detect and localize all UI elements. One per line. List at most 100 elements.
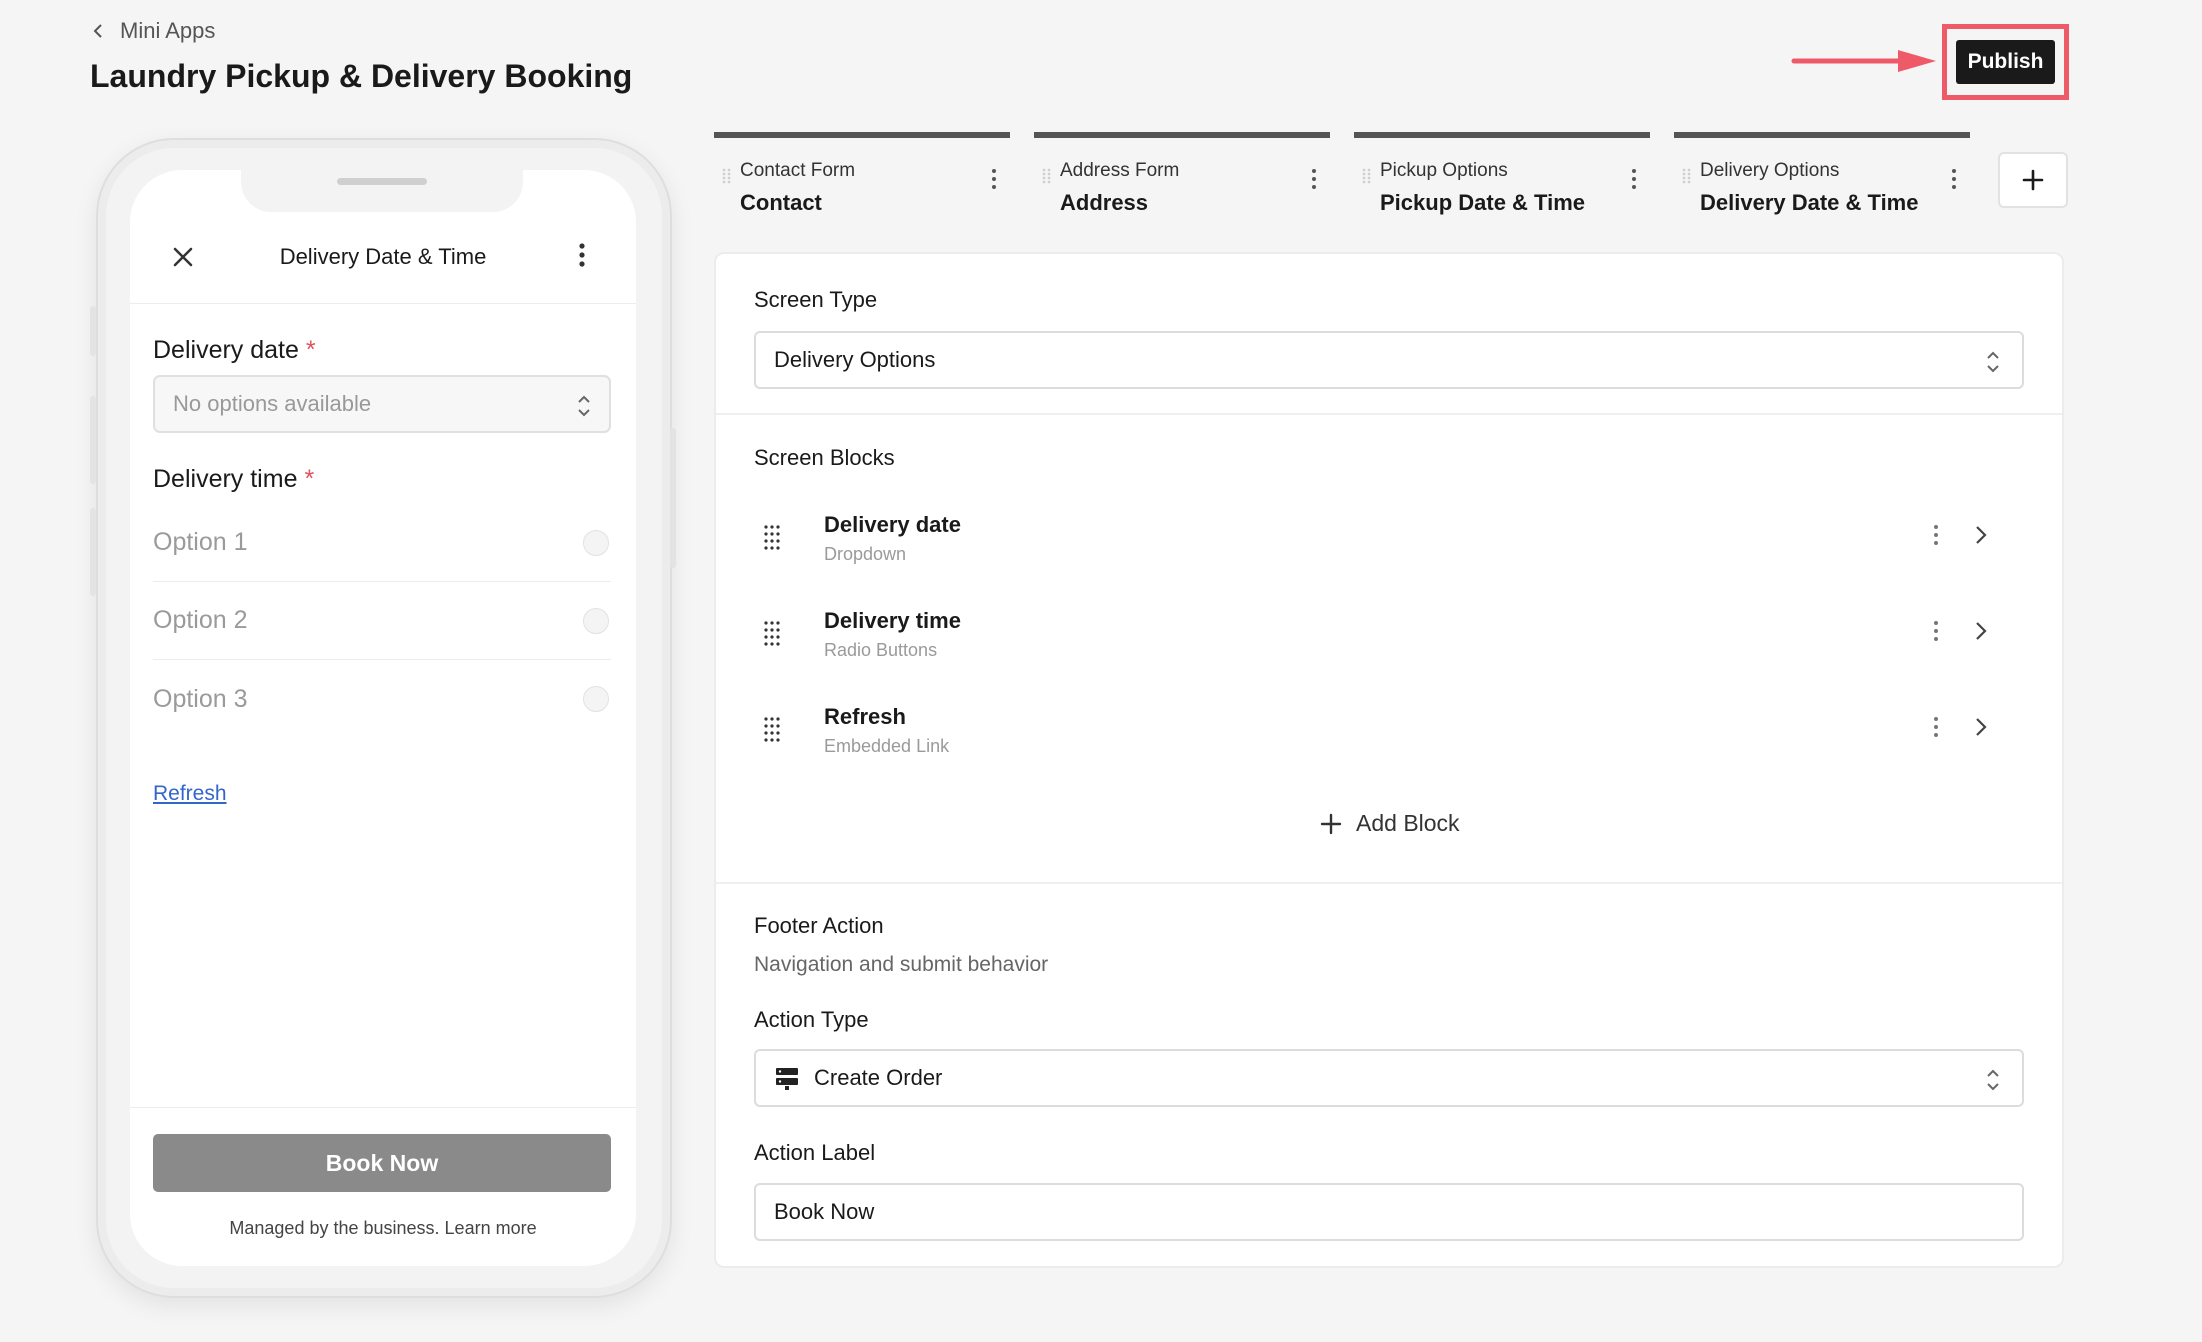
more-vertical-icon[interactable] bbox=[990, 168, 998, 190]
more-vertical-icon[interactable] bbox=[1932, 716, 1940, 738]
more-vertical-icon[interactable] bbox=[1932, 524, 1940, 546]
more-vertical-icon[interactable] bbox=[1310, 168, 1318, 190]
delivery-date-label-text: Delivery date bbox=[153, 336, 299, 364]
screen-type-value: Delivery Options bbox=[774, 347, 936, 372]
more-vertical-icon[interactable] bbox=[1932, 620, 1940, 642]
block-type: Embedded Link bbox=[824, 736, 950, 756]
radio-button[interactable] bbox=[583, 686, 609, 712]
tab-kicker: Delivery Options bbox=[1700, 160, 1840, 181]
radio-option-label: Option 2 bbox=[153, 606, 248, 634]
managed-text: Managed by the business. bbox=[229, 1218, 440, 1238]
delivery-date-select[interactable]: No options available bbox=[153, 375, 611, 433]
refresh-link[interactable]: Refresh bbox=[153, 782, 227, 806]
footer-action-subtitle: Navigation and submit behavior bbox=[754, 953, 1049, 976]
block-type: Dropdown bbox=[824, 544, 907, 564]
updown-chevron-icon bbox=[1987, 1069, 1999, 1091]
block-type: Radio Buttons bbox=[824, 640, 938, 660]
radio-option-label: Option 1 bbox=[153, 528, 248, 556]
section-divider bbox=[716, 413, 2062, 415]
delivery-time-label-text: Delivery time bbox=[153, 465, 298, 493]
screen-type-label: Screen Type bbox=[754, 287, 878, 312]
phone-side-button bbox=[90, 396, 96, 484]
radio-button[interactable] bbox=[583, 607, 609, 634]
delivery-time-label: Delivery time * bbox=[153, 465, 314, 494]
arrow-right-icon bbox=[1791, 50, 1936, 72]
phone-side-button bbox=[90, 306, 96, 356]
breadcrumb[interactable]: Mini Apps bbox=[90, 18, 215, 44]
add-block-button[interactable]: Add Block bbox=[1320, 810, 1460, 837]
block-name: Delivery time bbox=[824, 608, 961, 633]
tab-kicker: Contact Form bbox=[740, 160, 856, 181]
radio-button[interactable] bbox=[583, 529, 609, 556]
phone-side-button bbox=[90, 508, 96, 596]
action-label-label: Action Label bbox=[754, 1140, 876, 1165]
drag-handle-icon[interactable] bbox=[1682, 168, 1692, 184]
tab-name: Pickup Date & Time bbox=[1380, 190, 1585, 215]
chevron-right-icon[interactable] bbox=[1974, 524, 1988, 546]
action-type-select[interactable]: Create Order bbox=[754, 1049, 2024, 1107]
drag-handle-icon[interactable] bbox=[763, 620, 781, 646]
close-icon[interactable] bbox=[168, 242, 198, 272]
chevron-right-icon[interactable] bbox=[1974, 716, 1988, 738]
plus-icon bbox=[2022, 169, 2044, 191]
updown-chevron-icon bbox=[578, 395, 590, 417]
book-now-button[interactable]: Book Now bbox=[153, 1134, 611, 1192]
phone-speaker bbox=[337, 178, 427, 185]
action-type-value: Create Order bbox=[814, 1065, 943, 1090]
drag-handle-icon[interactable] bbox=[763, 716, 781, 742]
tab-address[interactable]: Address Form Address bbox=[1034, 132, 1330, 220]
block-row-delivery-date[interactable]: Delivery date Dropdown bbox=[760, 504, 2020, 584]
phone-side-button bbox=[670, 428, 676, 568]
action-type-label: Action Type bbox=[754, 1007, 869, 1032]
tab-name: Contact bbox=[740, 190, 822, 215]
block-name: Delivery date bbox=[824, 512, 961, 537]
learn-more-link[interactable]: Learn more bbox=[445, 1218, 537, 1238]
drag-handle-icon[interactable] bbox=[1362, 168, 1372, 184]
publish-highlight: Publish bbox=[1942, 24, 2069, 100]
add-block-label: Add Block bbox=[1356, 810, 1460, 836]
chevron-right-icon[interactable] bbox=[1974, 620, 1988, 642]
plus-icon bbox=[1320, 813, 1342, 834]
radio-option[interactable]: Option 1 bbox=[153, 504, 611, 582]
delivery-date-label: Delivery date * bbox=[153, 336, 316, 365]
block-row-refresh[interactable]: Refresh Embedded Link bbox=[760, 696, 2020, 776]
tab-pickup[interactable]: Pickup Options Pickup Date & Time bbox=[1354, 132, 1650, 220]
tab-name: Delivery Date & Time bbox=[1700, 190, 1919, 215]
tab-kicker: Pickup Options bbox=[1380, 160, 1508, 181]
footer-action-label: Footer Action bbox=[754, 913, 884, 938]
radio-option[interactable]: Option 3 bbox=[153, 660, 611, 738]
phone-notch bbox=[241, 170, 523, 212]
required-mark: * bbox=[304, 465, 315, 493]
phone-footer-divider bbox=[130, 1107, 636, 1108]
required-mark: * bbox=[305, 336, 316, 364]
delivery-date-placeholder: No options available bbox=[173, 391, 372, 416]
publish-button[interactable]: Publish bbox=[1956, 40, 2055, 84]
drag-handle-icon[interactable] bbox=[722, 168, 732, 184]
screen-type-select[interactable]: Delivery Options bbox=[754, 331, 2024, 389]
chevron-left-icon bbox=[93, 24, 102, 38]
more-vertical-icon[interactable] bbox=[572, 240, 592, 270]
tab-kicker: Address Form bbox=[1060, 160, 1180, 181]
section-divider bbox=[716, 882, 2062, 884]
radio-option[interactable]: Option 2 bbox=[153, 582, 611, 660]
screen-blocks-label: Screen Blocks bbox=[754, 445, 895, 470]
action-label-value: Book Now bbox=[774, 1199, 875, 1224]
breadcrumb-mini-apps[interactable]: Mini Apps bbox=[120, 18, 215, 44]
updown-chevron-icon bbox=[1987, 351, 1999, 373]
action-label-input[interactable]: Book Now bbox=[754, 1183, 2024, 1241]
more-vertical-icon[interactable] bbox=[1950, 168, 1958, 190]
add-screen-button[interactable] bbox=[1998, 152, 2068, 208]
drag-handle-icon[interactable] bbox=[763, 524, 781, 550]
tab-name: Address bbox=[1060, 190, 1149, 215]
page-title: Laundry Pickup & Delivery Booking bbox=[90, 58, 633, 94]
drag-handle-icon[interactable] bbox=[1042, 168, 1052, 184]
server-icon bbox=[776, 1068, 798, 1090]
block-name: Refresh bbox=[824, 704, 906, 729]
radio-option-label: Option 3 bbox=[153, 684, 248, 713]
more-vertical-icon[interactable] bbox=[1630, 168, 1638, 190]
tab-contact[interactable]: Contact Form Contact bbox=[714, 132, 1010, 220]
phone-screen-title: Delivery Date & Time bbox=[279, 244, 487, 269]
block-row-delivery-time[interactable]: Delivery time Radio Buttons bbox=[760, 600, 2020, 680]
tab-delivery[interactable]: Delivery Options Delivery Date & Time bbox=[1674, 132, 1970, 220]
managed-note: Managed by the business. Learn more bbox=[130, 1218, 636, 1239]
